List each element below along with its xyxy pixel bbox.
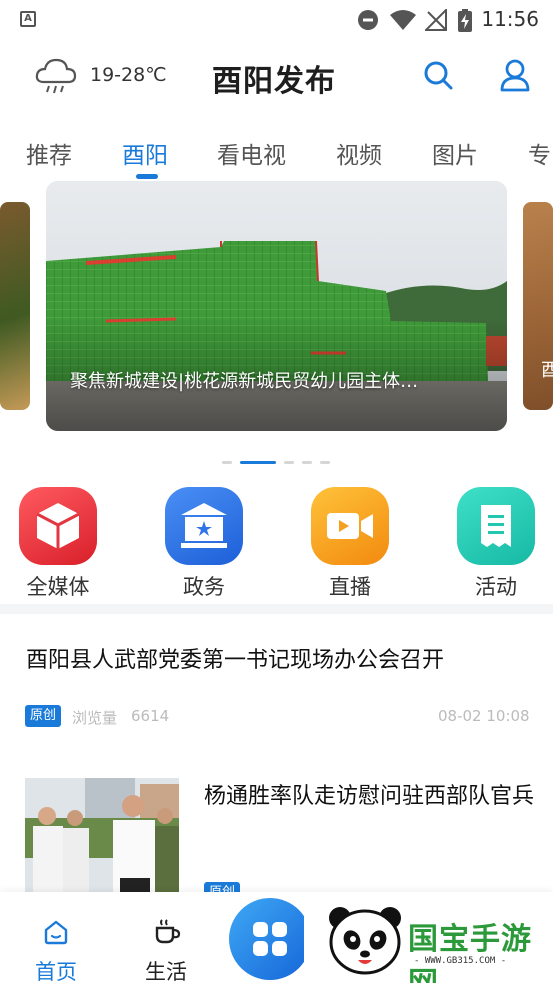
- news-title[interactable]: 杨通胜率队走访慰问驻西部队官兵: [204, 776, 534, 818]
- nav-label: 生活: [145, 960, 187, 983]
- do-not-disturb-icon: [358, 10, 378, 30]
- news-thumbnail[interactable]: [25, 778, 179, 892]
- video-camera-icon: [311, 487, 389, 565]
- tab-tv[interactable]: 看电视: [217, 136, 286, 170]
- watermark-text: 国宝手游网: [408, 922, 532, 983]
- center-menu-button[interactable]: [229, 898, 311, 980]
- notification-icon: A: [20, 11, 36, 27]
- shortcut-label: 政务: [183, 575, 225, 599]
- panda-icon: [329, 907, 401, 975]
- shortcut-label: 活动: [475, 575, 517, 599]
- carousel-dot: [222, 461, 232, 464]
- nav-label: 首页: [35, 960, 77, 983]
- profile-button[interactable]: [498, 58, 532, 92]
- temperature: 19-28℃: [90, 64, 167, 86]
- carousel-dot: [302, 461, 312, 464]
- next-slide-caption: 酉: [541, 360, 553, 381]
- shortcut-live[interactable]: 直播: [294, 487, 404, 602]
- watermark-logo: 国宝手游网 - WWW.GB315.COM -: [304, 892, 553, 983]
- wifi-icon: [390, 10, 416, 30]
- search-button[interactable]: [421, 58, 455, 92]
- carousel-dot: [320, 461, 330, 464]
- views-label: 浏览量: [72, 709, 118, 727]
- battery-charging-icon: [458, 9, 472, 32]
- shortcut-label: 全媒体: [26, 575, 90, 599]
- carousel-dot: [284, 461, 294, 464]
- user-icon: [500, 59, 530, 92]
- shortcut-all-media[interactable]: 全媒体: [2, 487, 112, 602]
- banner-next-slide[interactable]: 酉: [523, 202, 553, 410]
- ticket-icon: [457, 487, 535, 565]
- home-icon: [44, 920, 68, 945]
- category-tabs: 推荐 酉阳 看电视 视频 图片 专: [0, 136, 553, 184]
- original-badge: 原创: [25, 705, 62, 727]
- news-title[interactable]: 酉阳县人武部党委第一书记现场办公会召开: [26, 642, 444, 674]
- nav-life[interactable]: 生活: [126, 892, 206, 983]
- app-title: 酉阳发布: [212, 64, 336, 99]
- search-icon: [424, 61, 453, 90]
- cube-icon: [19, 487, 97, 565]
- tab-video[interactable]: 视频: [336, 136, 382, 170]
- shortcut-government[interactable]: 政务: [148, 487, 258, 602]
- government-building-icon: [165, 487, 243, 565]
- clock: 11:56: [481, 7, 539, 31]
- banner-prev-slide[interactable]: [0, 202, 30, 410]
- tab-youyang[interactable]: 酉阳: [122, 136, 168, 170]
- banner-image: [46, 181, 507, 431]
- banner-caption: 聚焦新城建设|桃花源新城民贸幼儿园主体…: [70, 371, 419, 392]
- active-tab-indicator: [136, 174, 158, 179]
- banner-slide[interactable]: 聚焦新城建设|桃花源新城民贸幼儿园主体…: [46, 181, 507, 431]
- status-bar: A 11:56: [0, 0, 553, 40]
- no-signal-icon: [425, 9, 447, 31]
- carousel-dot-active: [240, 461, 276, 464]
- shortcut-label: 直播: [329, 575, 371, 599]
- views-count: 6614: [131, 707, 170, 725]
- watermark-url: - WWW.GB315.COM -: [414, 956, 507, 966]
- coffee-cup-icon: [155, 919, 181, 944]
- news-item[interactable]: [0, 614, 553, 754]
- tab-pictures[interactable]: 图片: [432, 136, 478, 170]
- publish-date: 08-02 10:08: [438, 707, 530, 725]
- nav-home[interactable]: 首页: [16, 892, 96, 983]
- grid-icon: [253, 922, 287, 956]
- tab-special[interactable]: 专: [528, 136, 551, 170]
- shortcut-events[interactable]: 活动: [440, 487, 550, 602]
- section-divider: [0, 604, 553, 614]
- tab-recommend[interactable]: 推荐: [26, 136, 72, 170]
- weather-icon[interactable]: [34, 56, 78, 96]
